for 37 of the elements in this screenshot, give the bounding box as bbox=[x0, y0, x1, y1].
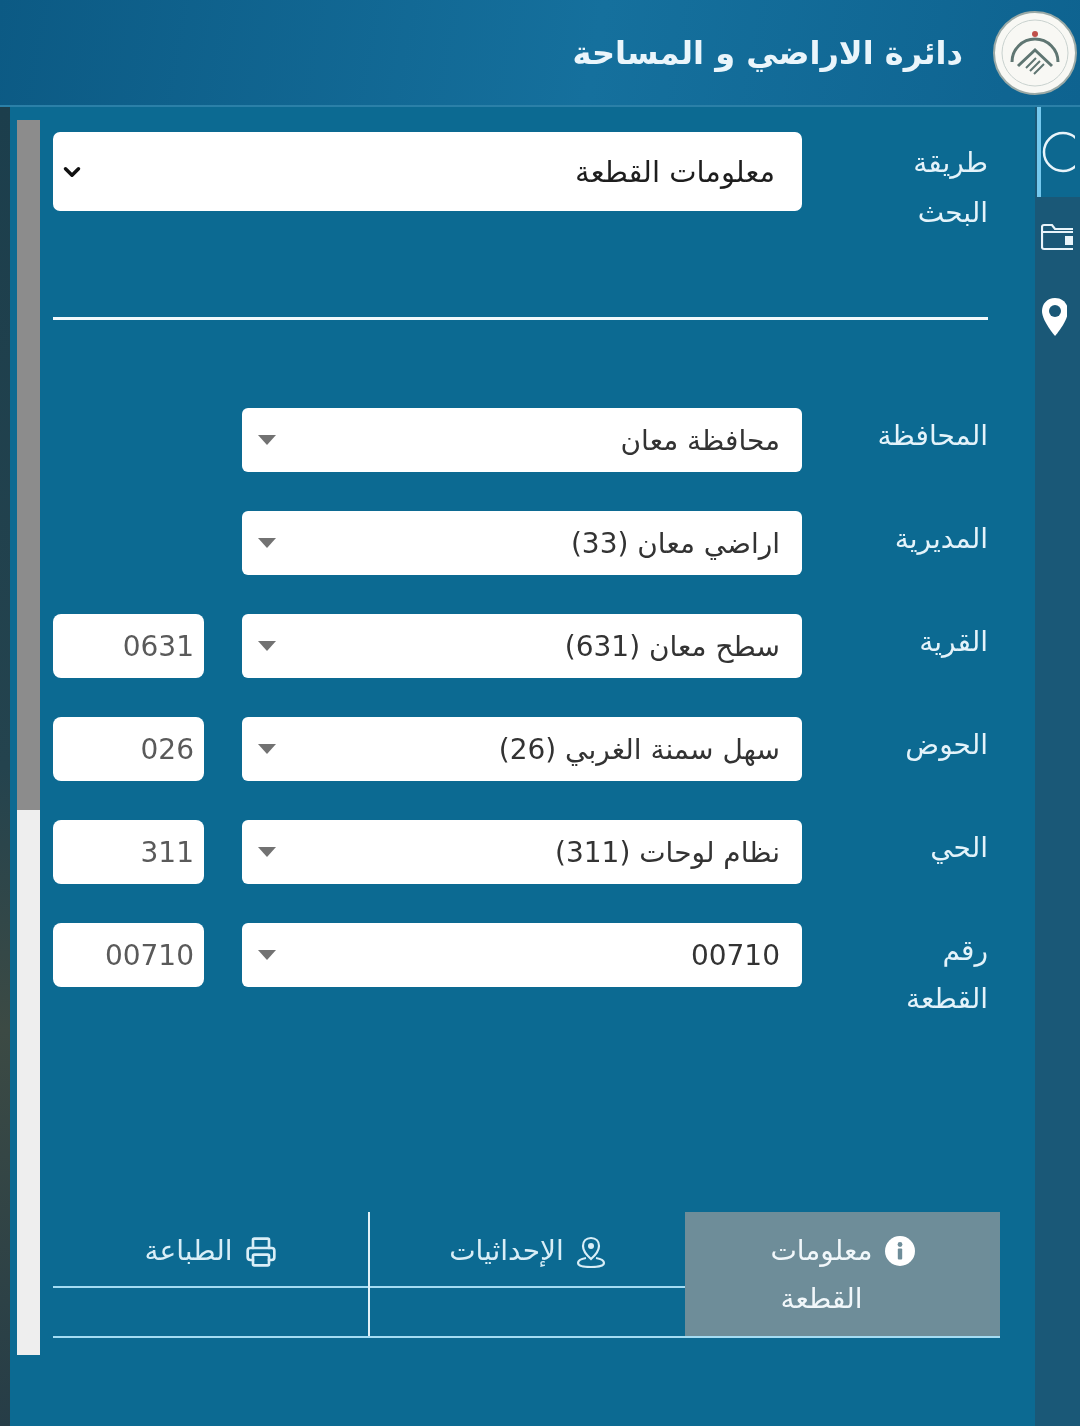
caret-icon bbox=[258, 538, 276, 548]
dropdown[interactable]: سهل سمنة الغربي (26) bbox=[242, 717, 802, 781]
search-method-dropdown[interactable]: معلومات القطعة bbox=[53, 132, 802, 211]
field-label: الحي bbox=[930, 830, 988, 866]
dropdown[interactable]: 00710 bbox=[242, 923, 802, 987]
logo-icon bbox=[992, 9, 1078, 96]
caret-icon bbox=[258, 847, 276, 857]
dropdown[interactable]: اراضي معان (33) bbox=[242, 511, 802, 575]
scrollbar-track[interactable] bbox=[17, 120, 40, 1355]
caret-icon bbox=[258, 641, 276, 651]
code-field[interactable]: 0631 bbox=[53, 614, 204, 678]
field-label: رقم القطعة bbox=[906, 933, 988, 1017]
folder-icon bbox=[1041, 223, 1073, 251]
code-field[interactable]: 026 bbox=[53, 717, 204, 781]
field-label: طريقة البحث bbox=[913, 145, 988, 231]
dropdown[interactable]: سطح معان (631) bbox=[242, 614, 802, 678]
caret-icon bbox=[258, 950, 276, 960]
pin-icon bbox=[1041, 297, 1067, 337]
search-icon bbox=[1041, 130, 1075, 174]
field-label: المحافظة bbox=[877, 418, 988, 454]
printer-icon bbox=[244, 1236, 277, 1268]
tab[interactable]: الإحداثيات bbox=[370, 1212, 685, 1336]
info-icon bbox=[884, 1236, 915, 1266]
dropdown[interactable]: نظام لوحات (311) bbox=[242, 820, 802, 884]
location-icon bbox=[575, 1236, 606, 1268]
field-label: الحوض bbox=[905, 727, 988, 763]
dropdown[interactable]: محافظة معان bbox=[242, 408, 802, 472]
field-label: المديرية bbox=[894, 521, 988, 557]
tab[interactable]: الطباعة bbox=[53, 1212, 370, 1336]
caret-icon bbox=[258, 744, 276, 754]
site-title: دائرة الاراضي و المساحة bbox=[572, 33, 963, 72]
side-tab[interactable] bbox=[1037, 107, 1080, 197]
code-field[interactable]: 311 bbox=[53, 820, 204, 884]
field-label: القرية bbox=[919, 624, 988, 660]
caret-icon bbox=[258, 435, 276, 445]
code-field[interactable]: 00710 bbox=[53, 923, 204, 987]
scrollbar-thumb[interactable] bbox=[17, 120, 40, 810]
